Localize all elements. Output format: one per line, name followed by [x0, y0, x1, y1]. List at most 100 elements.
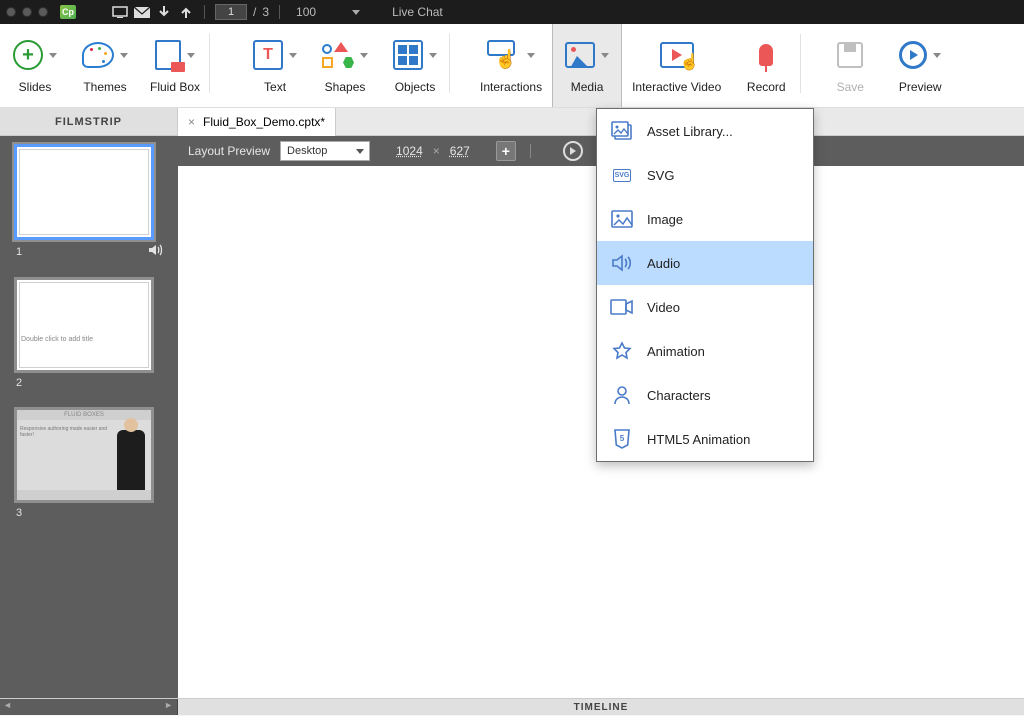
download-arrow-icon[interactable] — [156, 5, 172, 19]
zoom-dropdown-icon[interactable] — [352, 10, 360, 15]
media-menu-asset-library[interactable]: Asset Library... — [597, 109, 813, 153]
layout-preview-label: Layout Preview — [188, 144, 270, 158]
slide-number: 1 — [16, 246, 22, 258]
interactions-icon: ☝ — [487, 40, 521, 70]
slide-thumb-2[interactable]: Double click to add title — [14, 277, 154, 373]
svg-text:5: 5 — [620, 434, 625, 443]
media-menu-animation[interactable]: Animation — [597, 329, 813, 373]
file-tab-name: Fluid_Box_Demo.cptx* — [203, 115, 325, 129]
mail-icon[interactable] — [134, 5, 150, 19]
plus-icon — [13, 40, 43, 70]
chevron-down-icon — [360, 53, 368, 58]
save-button: Save — [815, 24, 885, 107]
chevron-down-icon — [601, 53, 609, 58]
speaker-icon — [611, 253, 633, 273]
live-chat-link[interactable]: Live Chat — [392, 5, 443, 19]
page-current-input[interactable]: 1 — [215, 4, 247, 20]
text-button[interactable]: T Text — [240, 24, 310, 107]
interactions-button[interactable]: ☝ Interactions — [470, 24, 552, 107]
slides-button[interactable]: Slides — [0, 24, 70, 107]
media-menu-svg[interactable]: SVG SVG — [597, 153, 813, 197]
record-button[interactable]: Record — [731, 24, 801, 107]
objects-button[interactable]: Objects — [380, 24, 450, 107]
menu-item-label: Characters — [647, 388, 711, 403]
media-menu-image[interactable]: Image — [597, 197, 813, 241]
zoom-value[interactable]: 100 — [296, 5, 316, 19]
themes-label: Themes — [83, 80, 126, 94]
interactions-label: Interactions — [480, 80, 542, 94]
fluid-box-label: Fluid Box — [150, 80, 200, 94]
app-logo: Cp — [60, 5, 76, 19]
media-menu-audio[interactable]: Audio — [597, 241, 813, 285]
media-button[interactable]: Media — [552, 24, 622, 107]
chevron-down-icon — [289, 53, 297, 58]
slide3-text: Responsive authoring made easier and fas… — [17, 420, 111, 490]
shapes-icon — [322, 42, 354, 68]
close-tab-icon[interactable]: × — [188, 115, 195, 129]
fluid-box-button[interactable]: Fluid Box — [140, 24, 210, 107]
record-icon — [759, 44, 773, 66]
video-icon — [611, 297, 633, 317]
chevron-down-icon — [429, 53, 437, 58]
screen-icon[interactable] — [112, 5, 128, 19]
file-tab[interactable]: × Fluid_Box_Demo.cptx* — [178, 108, 336, 136]
slide-thumb-3[interactable]: FLUID BOXES Responsive authoring made ea… — [14, 407, 154, 503]
fluid-box-icon — [155, 40, 181, 70]
media-menu-html5-animation[interactable]: 5 HTML5 Animation — [597, 417, 813, 461]
html5-icon: 5 — [611, 429, 633, 449]
menu-item-label: Asset Library... — [647, 124, 733, 139]
themes-button[interactable]: Themes — [70, 24, 140, 107]
preview-button[interactable]: Preview — [885, 24, 955, 107]
menu-item-label: Audio — [647, 256, 680, 271]
slide2-placeholder: Double click to add title — [17, 280, 151, 343]
chevron-down-icon — [527, 53, 535, 58]
window-max-dot[interactable] — [38, 7, 48, 17]
menu-item-label: HTML5 Animation — [647, 432, 750, 447]
filmstrip-header: FILMSTRIP — [0, 108, 178, 135]
menu-item-label: Animation — [647, 344, 705, 359]
window-min-dot[interactable] — [22, 7, 32, 17]
page-slash: / — [253, 5, 256, 19]
svg-icon: SVG — [611, 165, 633, 185]
device-select[interactable]: Desktop — [280, 141, 370, 161]
interactive-video-button[interactable]: Interactive Video — [622, 24, 731, 107]
menu-item-label: SVG — [647, 168, 674, 183]
slide-number: 2 — [16, 377, 22, 389]
timeline-toggle[interactable]: TIMELINE — [178, 699, 1024, 715]
chevron-down-icon — [933, 53, 941, 58]
preview-icon — [899, 41, 927, 69]
animation-icon — [611, 341, 633, 361]
asset-library-icon — [611, 121, 633, 141]
palette-icon — [82, 42, 114, 68]
shapes-button[interactable]: Shapes — [310, 24, 380, 107]
media-menu-video[interactable]: Video — [597, 285, 813, 329]
page-total: 3 — [262, 5, 269, 19]
image-icon — [611, 209, 633, 229]
menu-item-label: Image — [647, 212, 683, 227]
times-icon: × — [433, 144, 440, 158]
interactive-video-icon — [660, 42, 694, 68]
slides-label: Slides — [19, 80, 52, 94]
save-icon — [837, 42, 863, 68]
objects-icon — [393, 40, 423, 70]
add-breakpoint-button[interactable]: + — [496, 141, 516, 161]
media-label: Media — [571, 80, 604, 94]
slide-number: 3 — [16, 507, 22, 519]
media-menu-characters[interactable]: Characters — [597, 373, 813, 417]
objects-label: Objects — [395, 80, 436, 94]
canvas-width[interactable]: 1024 — [396, 144, 423, 158]
play-button[interactable] — [563, 141, 583, 161]
chevron-down-icon — [120, 53, 128, 58]
chevron-down-icon — [49, 53, 57, 58]
media-dropdown: Asset Library... SVG SVG Image Audio Vid… — [596, 108, 814, 462]
filmstrip-panel: 1 Double click to add title 2 FLUID BOXE… — [0, 136, 178, 698]
canvas-height[interactable]: 627 — [450, 144, 470, 158]
slide3-person — [111, 420, 151, 490]
filmstrip-scrollbar[interactable] — [0, 699, 178, 715]
preview-label: Preview — [899, 80, 942, 94]
window-close-dot[interactable] — [6, 7, 16, 17]
upload-arrow-icon[interactable] — [178, 5, 194, 19]
menu-item-label: Video — [647, 300, 680, 315]
audio-icon — [148, 244, 162, 259]
slide-thumb-1[interactable] — [14, 144, 154, 240]
